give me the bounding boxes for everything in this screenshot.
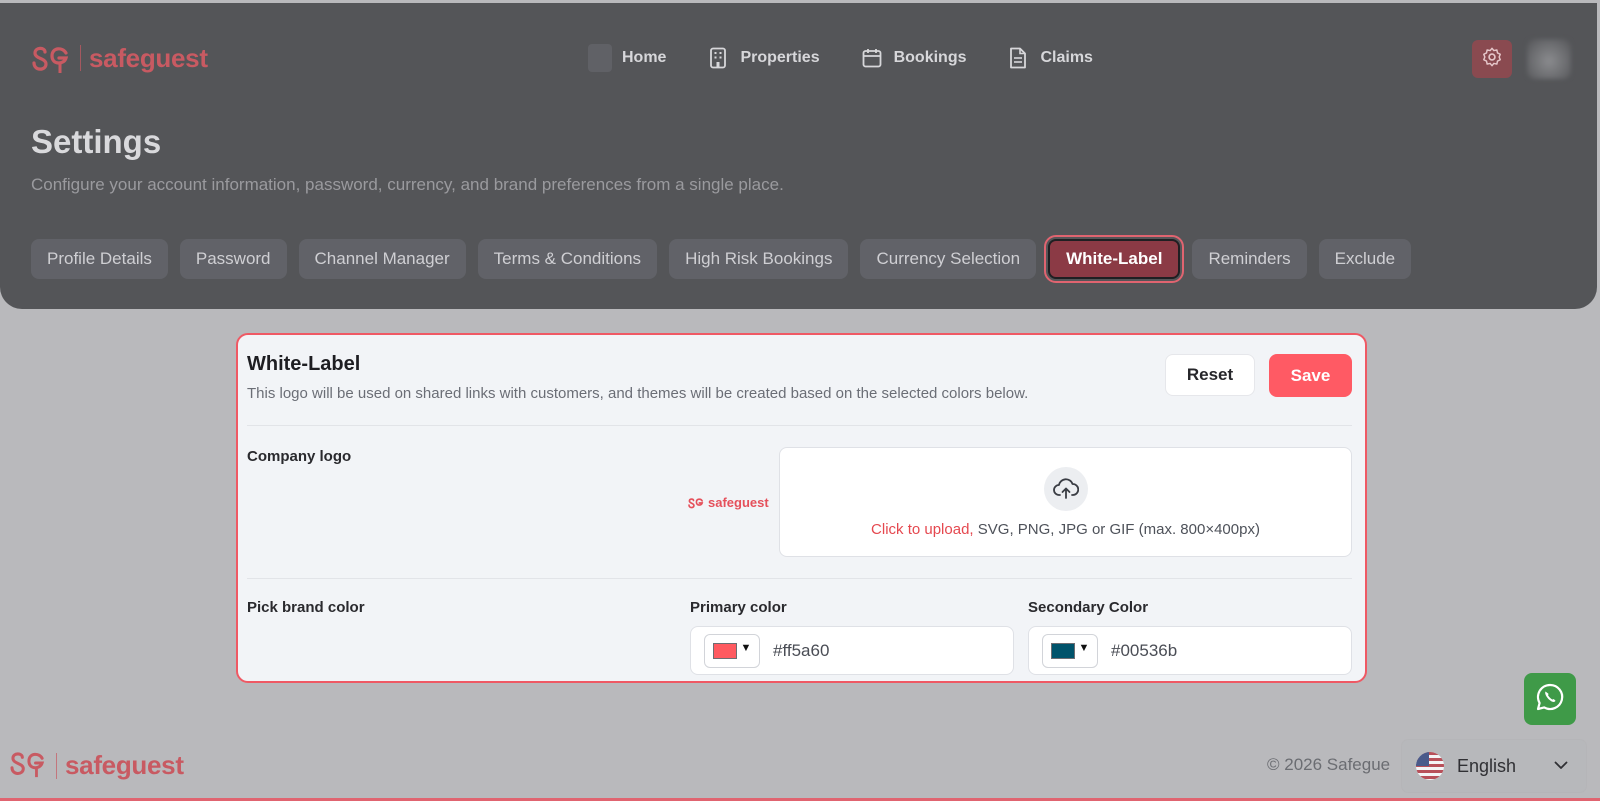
secondary-color-picker[interactable]: ▼ — [1042, 633, 1098, 668]
upload-hint: SVG, PNG, JPG or GIF (max. 800×400px) — [973, 521, 1260, 538]
click-to-upload-link[interactable]: Click to upload, — [871, 521, 974, 538]
footer-brand-name: safeguest — [65, 750, 184, 780]
nav-bookings[interactable]: Bookings — [860, 43, 967, 73]
caret-down-icon: ▼ — [1078, 641, 1090, 654]
settings-tabs: Profile Details Password Channel Manager… — [31, 235, 1412, 283]
divider — [247, 578, 1352, 579]
card-title: White-Label — [247, 353, 361, 375]
primary-color-field[interactable]: ▼ #ff5a60 — [690, 626, 1014, 675]
tab-profile-details[interactable]: Profile Details — [31, 239, 168, 279]
logo-upload-dropzone[interactable]: Click to upload, SVG, PNG, JPG or GIF (m… — [779, 447, 1352, 557]
brand-name: safeguest — [89, 42, 208, 73]
tab-currency-selection[interactable]: Currency Selection — [860, 239, 1037, 279]
nav-home-label: Home — [622, 49, 667, 66]
caret-down-icon: ▼ — [740, 641, 752, 654]
footer-brand[interactable]: safeguest — [8, 747, 184, 784]
primary-color-label: Primary color — [690, 599, 787, 616]
white-label-card: White-Label This logo will be used on sh… — [236, 333, 1367, 683]
company-logo-label: Company logo — [247, 448, 352, 465]
language-label: English — [1457, 755, 1517, 776]
brand-separator — [80, 45, 81, 71]
nav-bookings-label: Bookings — [893, 49, 967, 66]
logo-preview-text: safeguest — [708, 495, 769, 510]
header-panel: safeguest Home Properties Bookings Claim… — [0, 3, 1597, 309]
safeguest-logo-icon — [8, 747, 48, 784]
brand-color-label: Pick brand color — [247, 599, 365, 616]
language-selector[interactable]: English — [1402, 740, 1586, 792]
secondary-color-field[interactable]: ▼ #00536b — [1028, 626, 1352, 675]
page-description: Configure your account information, pass… — [31, 175, 784, 194]
whatsapp-button[interactable] — [1524, 673, 1576, 725]
tab-reminders[interactable]: Reminders — [1192, 239, 1307, 279]
building-icon — [706, 46, 730, 70]
card-subtitle: This logo will be used on shared links w… — [247, 385, 1029, 402]
footer-copyright: © 2026 Safegue — [1267, 755, 1391, 774]
chevron-down-icon — [1554, 757, 1568, 775]
upload-cloud-icon — [1044, 467, 1088, 511]
settings-button[interactable] — [1472, 40, 1512, 78]
document-icon — [1006, 46, 1030, 70]
nav-properties-label: Properties — [740, 49, 820, 66]
whatsapp-icon — [1534, 681, 1566, 718]
divider — [247, 425, 1352, 426]
brand-separator — [56, 752, 57, 779]
company-logo-preview: safeguest — [687, 495, 769, 510]
tab-password[interactable]: Password — [179, 239, 287, 279]
safeguest-logo-icon — [30, 41, 72, 75]
top-navigation: Home Properties Bookings Claims — [588, 43, 1093, 73]
home-icon — [588, 44, 612, 72]
secondary-color-label: Secondary Color — [1028, 599, 1149, 616]
us-flag-icon — [1416, 752, 1444, 780]
tab-exclude[interactable]: Exclude — [1318, 239, 1412, 279]
calendar-icon — [860, 46, 884, 70]
primary-color-picker[interactable]: ▼ — [704, 633, 760, 668]
avatar[interactable] — [1527, 39, 1571, 79]
secondary-color-value[interactable]: #00536b — [1111, 641, 1177, 661]
page-title: Settings — [31, 123, 162, 160]
gear-icon — [1481, 46, 1503, 73]
upload-instructions: Click to upload, SVG, PNG, JPG or GIF (m… — [780, 521, 1351, 538]
tab-channel-manager[interactable]: Channel Manager — [298, 239, 466, 279]
primary-color-swatch — [712, 642, 737, 659]
reset-button[interactable]: Reset — [1165, 354, 1255, 396]
nav-claims-label: Claims — [1040, 49, 1093, 66]
nav-home[interactable]: Home — [588, 43, 666, 73]
nav-properties[interactable]: Properties — [706, 43, 820, 73]
safeguest-logo-icon — [688, 497, 704, 508]
tab-high-risk-bookings[interactable]: High Risk Bookings — [669, 239, 849, 279]
tab-white-label[interactable]: White-Label — [1044, 235, 1185, 283]
nav-claims[interactable]: Claims — [1006, 43, 1093, 73]
tab-terms-conditions[interactable]: Terms & Conditions — [477, 239, 658, 279]
secondary-color-swatch — [1050, 642, 1075, 659]
brand-logo[interactable]: safeguest — [30, 41, 208, 75]
save-button[interactable]: Save — [1269, 354, 1352, 397]
primary-color-value[interactable]: #ff5a60 — [773, 641, 829, 661]
